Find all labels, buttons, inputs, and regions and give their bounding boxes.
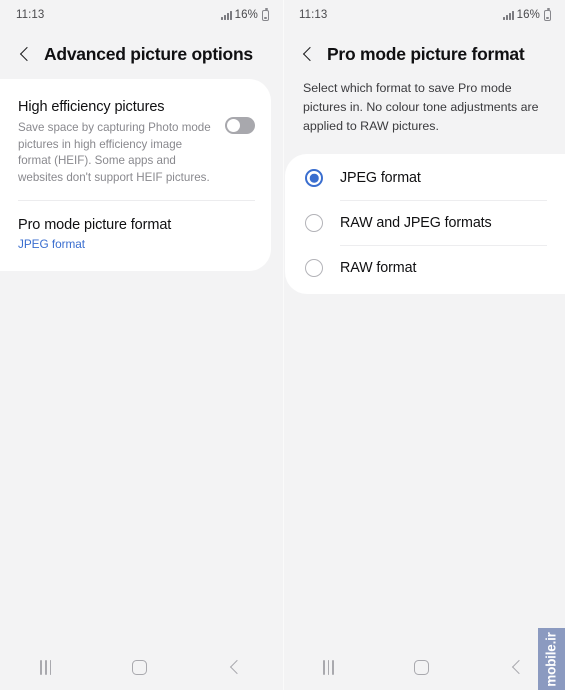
high-efficiency-toggle[interactable] — [225, 117, 255, 134]
home-icon[interactable] — [414, 659, 430, 675]
battery-icon — [262, 8, 269, 21]
right-header: Pro mode picture format — [283, 30, 565, 77]
status-bar-left: 11:13 16% — [0, 0, 283, 30]
screenshot-stage: 11:13 16% Advanced picture options High … — [0, 0, 565, 690]
high-efficiency-pictures-row[interactable]: High efficiency pictures Save space by c… — [0, 83, 271, 200]
screen-description: Select which format to save Pro mode pic… — [303, 81, 539, 133]
nav-bar-left — [0, 644, 283, 690]
high-efficiency-title: High efficiency pictures — [18, 99, 165, 115]
pro-mode-picture-format-row[interactable]: Pro mode picture format JPEG format — [0, 201, 271, 265]
page-title-right: Pro mode picture format — [327, 44, 525, 64]
home-icon[interactable] — [131, 659, 147, 675]
option-label: RAW and JPEG formats — [340, 215, 492, 231]
option-row-jpeg-format[interactable]: JPEG format — [285, 156, 565, 200]
option-label: RAW format — [340, 260, 417, 276]
settings-card-left: High efficiency pictures Save space by c… — [0, 79, 271, 271]
battery-percent-label: 16% — [516, 9, 540, 21]
signal-bars-icon — [220, 10, 232, 20]
pro-mode-value: JPEG format — [18, 237, 85, 251]
status-time: 11:13 — [299, 9, 328, 21]
back-chevron-icon[interactable] — [301, 48, 315, 62]
battery-icon — [544, 8, 551, 21]
option-label: JPEG format — [340, 170, 421, 186]
nav-back-icon[interactable] — [228, 660, 243, 675]
status-time: 11:13 — [16, 9, 45, 21]
back-chevron-icon[interactable] — [18, 48, 32, 62]
signal-bars-icon — [502, 10, 514, 20]
recents-icon[interactable] — [323, 659, 334, 675]
recents-icon[interactable] — [40, 659, 52, 675]
radio-raw-and-jpeg-formats[interactable] — [305, 214, 323, 232]
radio-jpeg-format[interactable] — [305, 169, 323, 187]
nav-bar-right — [283, 644, 565, 690]
format-options-card: JPEG format RAW and JPEG formats RAW for… — [285, 154, 565, 294]
status-bar-right: 11:13 16% — [283, 0, 565, 30]
nav-back-icon[interactable] — [510, 660, 525, 675]
battery-percent-label: 16% — [234, 9, 258, 21]
left-header: Advanced picture options — [0, 30, 283, 77]
status-indicators: 16% — [502, 8, 551, 21]
status-indicators: 16% — [220, 8, 269, 21]
high-efficiency-subtitle: Save space by capturing Photo mode pictu… — [18, 121, 211, 184]
right-phone-screen: 11:13 16% Pro mode picture format Select… — [283, 0, 565, 690]
toggle-knob — [226, 118, 241, 133]
pro-mode-title: Pro mode picture format — [18, 217, 172, 233]
left-phone-screen: 11:13 16% Advanced picture options High … — [0, 0, 283, 690]
watermark-text: mobile.ir — [544, 631, 559, 687]
radio-raw-format[interactable] — [305, 259, 323, 277]
page-title-left: Advanced picture options — [44, 44, 253, 64]
option-row-raw-format[interactable]: RAW format — [285, 246, 565, 290]
option-row-raw-and-jpeg-formats[interactable]: RAW and JPEG formats — [285, 201, 565, 245]
watermark: mobile.ir — [538, 628, 565, 690]
